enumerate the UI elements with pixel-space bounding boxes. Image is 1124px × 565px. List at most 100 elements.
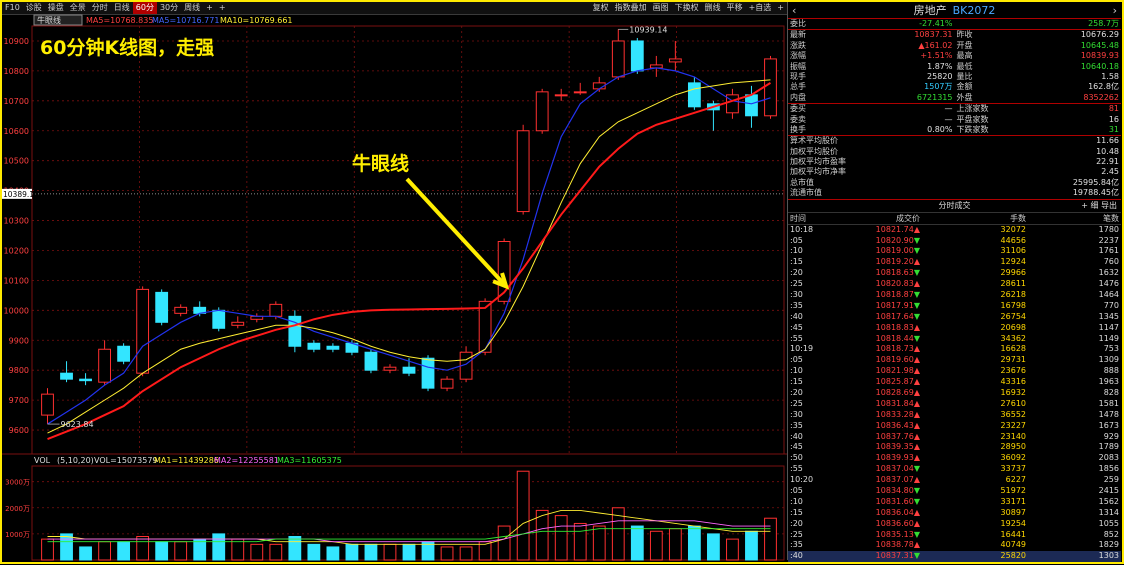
- trade-row[interactable]: :40 10837.76▲ 23140 929: [788, 432, 1121, 443]
- volume-ma3: MA3=11605375: [277, 456, 342, 465]
- trade-row[interactable]: :10 10821.98▲ 23676 888: [788, 366, 1121, 377]
- trade-price: 10820.83▲: [875, 279, 920, 289]
- volume-bar: [668, 528, 682, 561]
- toolbar-left-1[interactable]: 诊股: [23, 2, 45, 14]
- trade-row[interactable]: :30 10833.28▲ 36552 1478: [788, 410, 1121, 421]
- trade-count: 770: [1103, 300, 1119, 310]
- trade-time: :35: [790, 420, 803, 430]
- toolbar-left-0[interactable]: F10: [2, 2, 23, 14]
- trade-row[interactable]: :05 10819.60▲ 29731 1309: [788, 355, 1121, 366]
- trade-row[interactable]: :45 10818.83▲ 20698 1147: [788, 323, 1121, 334]
- breadth-right: 下跌家数 31: [955, 125, 1122, 135]
- trade-count: 1055: [1098, 518, 1119, 528]
- quote-label: 最低: [956, 61, 973, 71]
- kline-chart[interactable]: 牛眼线 MA5=10768.835MA5=10716.771 MA10=10769.…: [2, 14, 787, 562]
- next-stock-icon[interactable]: ›: [1109, 4, 1121, 17]
- trade-count: 1829: [1098, 540, 1119, 550]
- breadth-label: 委卖: [790, 114, 806, 124]
- trade-time: 10:18: [790, 224, 814, 234]
- trade-row[interactable]: :10 10819.00▼ 31106 1761: [788, 246, 1121, 257]
- volume-bar: [554, 515, 568, 561]
- toolbar-right-3[interactable]: 下换权: [672, 2, 702, 14]
- trade-price: 10818.83▲: [875, 322, 920, 332]
- trade-row[interactable]: :20 10828.69▲ 16932 828: [788, 388, 1121, 399]
- toolbar-right-2[interactable]: 画图: [650, 2, 672, 14]
- trade-count: 1780: [1098, 224, 1119, 234]
- trade-row[interactable]: :15 10825.87▲ 43316 1963: [788, 377, 1121, 388]
- volume-bar: [98, 541, 111, 561]
- trade-volume: 16798: [1000, 300, 1026, 310]
- trade-row[interactable]: :40 10817.64▼ 26754 1345: [788, 312, 1121, 323]
- toolbar-left-3[interactable]: 全景: [67, 2, 89, 14]
- toolbar-right-5[interactable]: 平移: [724, 2, 746, 14]
- volume-bar: [402, 543, 416, 561]
- trade-row[interactable]: :55 10818.44▼ 34362 1149: [788, 334, 1121, 345]
- trades-list[interactable]: 10:18 10821.74▲ 32072 1780:05 10820.90▼ 44656…: [788, 225, 1121, 563]
- volume-tick: 3000万: [5, 479, 30, 487]
- trade-row[interactable]: :05 10820.90▼ 44656 2237: [788, 236, 1121, 247]
- trade-row[interactable]: :35 10836.43▲ 23227 1673: [788, 421, 1121, 432]
- breadth-left: 委买 —: [788, 104, 955, 114]
- period-tab-2[interactable]: 60分: [132, 2, 157, 14]
- quote-value: 10676.29: [1080, 30, 1119, 40]
- quote-row: 委比 -27.41% 258.7万: [788, 19, 1121, 31]
- callout-arrow: [405, 177, 508, 288]
- toolbar-left-2[interactable]: 操盘: [45, 2, 67, 14]
- trade-row[interactable]: :35 10817.91▼ 16798 770: [788, 301, 1121, 312]
- toolbar-right-1[interactable]: 指数叠加: [612, 2, 650, 14]
- candle-body: [231, 321, 245, 326]
- volume-tick: 1000万: [5, 531, 30, 539]
- trade-row[interactable]: :35 10838.78▲ 40749 1829: [788, 540, 1121, 551]
- candle-body: [535, 91, 549, 132]
- period-tab-1[interactable]: 日线: [111, 2, 133, 14]
- trade-price: 10817.91▼: [875, 300, 920, 310]
- trade-row[interactable]: :25 10835.13▼ 16441 852: [788, 530, 1121, 541]
- trade-row[interactable]: 10:20 10837.07▲ 6227 259: [788, 475, 1121, 486]
- trades-export-button[interactable]: + 细 导出: [1081, 200, 1117, 212]
- trade-row[interactable]: 10:19 10818.73▲ 16628 753: [788, 344, 1121, 355]
- ma-line-yellow: [47, 79, 771, 434]
- trade-row[interactable]: :25 10831.84▲ 27610 1581: [788, 399, 1121, 410]
- period-tab-4[interactable]: 周线: [181, 2, 203, 14]
- trade-row[interactable]: :05 10834.80▼ 51972 2415: [788, 486, 1121, 497]
- period-tab-5[interactable]: +: [203, 2, 216, 14]
- trade-row[interactable]: :25 10820.83▲ 28611 1476: [788, 279, 1121, 290]
- trade-volume: 29966: [1000, 268, 1026, 278]
- prev-stock-icon[interactable]: ‹: [788, 4, 800, 17]
- toolbar-right-6[interactable]: +自选: [746, 2, 775, 14]
- period-tab-3[interactable]: 30分: [157, 2, 181, 14]
- stats-value: 25995.84亿: [1072, 177, 1119, 187]
- trade-count: 929: [1103, 431, 1119, 441]
- quote-value: 162.8亿: [1088, 82, 1119, 92]
- stock-code: BK2072: [952, 4, 996, 17]
- trade-row[interactable]: :30 10818.87▼ 26218 1464: [788, 290, 1121, 301]
- toolbar-right-7[interactable]: +: [774, 2, 787, 14]
- trade-volume: 51972: [1000, 486, 1026, 496]
- trade-row[interactable]: :45 10839.35▲ 28950 1789: [788, 442, 1121, 453]
- trade-row[interactable]: :40 10837.31▼ 25820 1303: [788, 551, 1121, 563]
- trade-row[interactable]: :10 10831.60▼ 33171 1562: [788, 497, 1121, 508]
- trade-count: 1478: [1098, 409, 1119, 419]
- trade-count: 1562: [1098, 496, 1119, 506]
- toolbar-right-4[interactable]: 删线: [702, 2, 724, 14]
- volume-bar: [364, 543, 378, 561]
- period-tab-0[interactable]: 分时: [89, 2, 111, 14]
- trades-header-cell: 笔数: [1103, 213, 1119, 223]
- trade-row[interactable]: :20 10818.63▼ 29966 1632: [788, 268, 1121, 279]
- trade-row[interactable]: :55 10837.04▼ 33737 1856: [788, 464, 1121, 475]
- breadth-label-2: 下跌家数: [956, 124, 989, 134]
- quote-label: 涨跌: [790, 40, 806, 50]
- quote-cell: 金额 162.8亿: [955, 82, 1122, 92]
- trade-volume: 28611: [1000, 279, 1026, 289]
- trade-volume: 27610: [1000, 398, 1026, 408]
- trade-row[interactable]: :15 10836.04▲ 30897 1314: [788, 508, 1121, 519]
- trade-row[interactable]: :50 10839.93▲ 36092 2083: [788, 453, 1121, 464]
- trade-volume: 40749: [1000, 540, 1026, 550]
- trade-row[interactable]: :15 10819.20▲ 12924 760: [788, 257, 1121, 268]
- trade-price: 10819.00▼: [875, 246, 920, 256]
- trade-price: 10837.31▼: [875, 551, 920, 561]
- trade-row[interactable]: :20 10836.60▲ 19254 1055: [788, 519, 1121, 530]
- trade-row[interactable]: 10:18 10821.74▲ 32072 1780: [788, 225, 1121, 236]
- period-tab-6[interactable]: +: [216, 2, 229, 14]
- toolbar-right-0[interactable]: 复权: [590, 2, 612, 14]
